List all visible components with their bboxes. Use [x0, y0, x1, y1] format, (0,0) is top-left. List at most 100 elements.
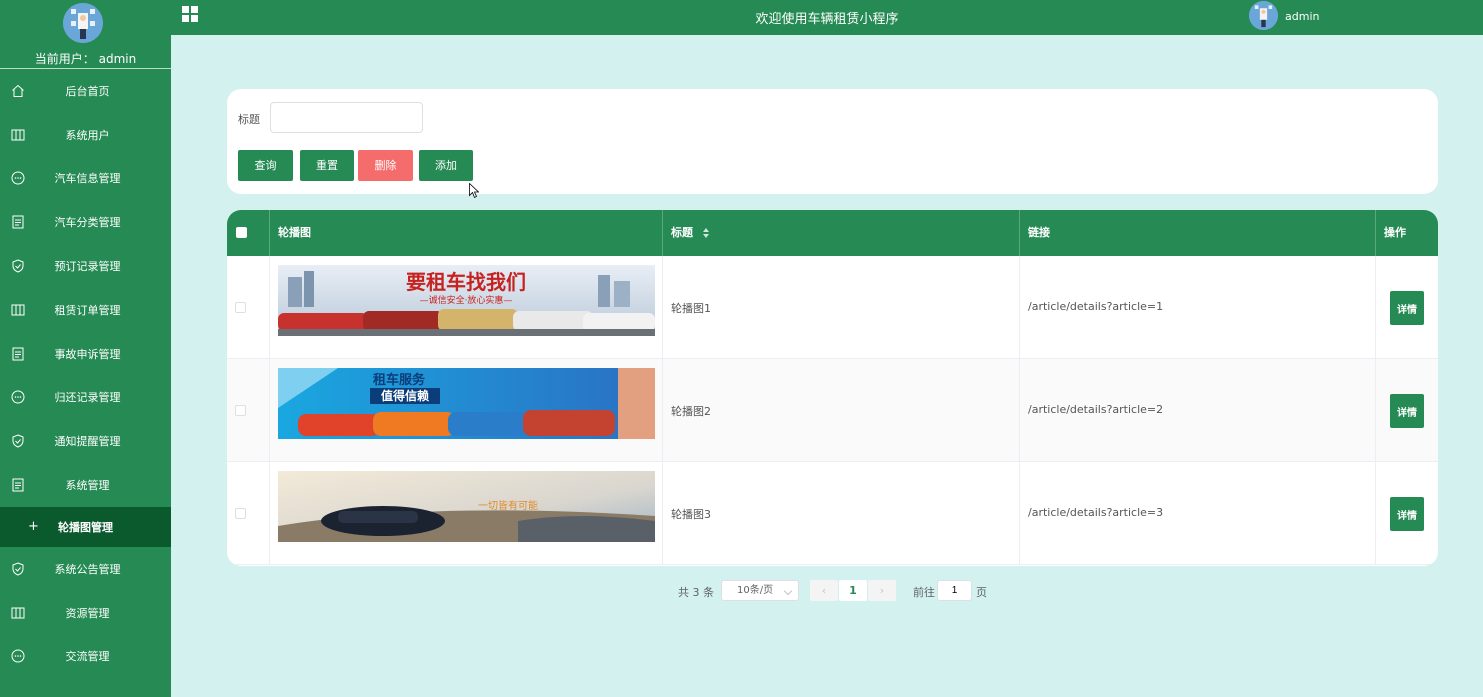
- plus-icon: +: [28, 519, 39, 535]
- reset-button[interactable]: 重置: [300, 150, 354, 181]
- page-size-value: 10条/页: [737, 585, 774, 596]
- column-header-action: 操作: [1384, 226, 1406, 239]
- row-select-cell: [227, 462, 270, 565]
- user-avatar[interactable]: [63, 3, 103, 43]
- chat-icon: [11, 171, 25, 185]
- sidebar-item-system-users[interactable]: 系统用户: [0, 113, 171, 157]
- column-header-title[interactable]: 标题: [663, 210, 1020, 256]
- sidebar-item-label: 后台首页: [65, 84, 110, 98]
- select-all-checkbox[interactable]: [236, 227, 247, 238]
- sidebar-item-carousel[interactable]: + 轮播图管理: [0, 506, 171, 547]
- sidebar-item-car-info[interactable]: 汽车信息管理: [0, 157, 171, 201]
- sidebar-item-label: 汽车信息管理: [54, 172, 121, 186]
- add-button[interactable]: 添加: [419, 150, 473, 181]
- action-cell: 详情: [1376, 359, 1438, 462]
- columns-icon: [11, 304, 25, 316]
- delete-button[interactable]: 删除: [358, 150, 413, 181]
- title-cell: 轮播图2: [663, 359, 1020, 462]
- row-link: /article/details?article=1: [1028, 300, 1164, 313]
- total-count: 共 3 条: [678, 586, 714, 599]
- sidebar-item-label: 交流管理: [65, 650, 110, 664]
- current-user-label: 当前用户： admin: [34, 52, 137, 66]
- chat-icon: [11, 390, 25, 404]
- query-button[interactable]: 查询: [238, 150, 293, 181]
- title-filter-label: 标题: [238, 113, 260, 126]
- banner-image: 一切皆有可能: [278, 471, 655, 542]
- detail-button[interactable]: 详情: [1390, 394, 1424, 428]
- page-unit-label: 页: [976, 586, 987, 599]
- action-cell: 详情: [1376, 462, 1438, 565]
- sidebar-item-label: 预订记录管理: [54, 260, 121, 274]
- sidebar-item-booking[interactable]: 预订记录管理: [0, 244, 171, 288]
- row-checkbox[interactable]: [235, 508, 246, 519]
- prev-page-button[interactable]: ‹: [810, 580, 838, 601]
- banner-cell: 一切皆有可能: [270, 462, 663, 565]
- sidebar-item-label: 系统用户: [65, 128, 110, 142]
- sidebar-item-rental-orders[interactable]: 租赁订单管理: [0, 288, 171, 332]
- table-row: 要租车找我们 —诚信安全·放心实惠— 轮播图1 /article/details…: [227, 256, 1438, 359]
- row-link: /article/details?article=2: [1028, 403, 1164, 416]
- banner-cell: 租车服务 值得信赖: [270, 359, 663, 462]
- home-icon: [12, 84, 24, 97]
- title-cell: 轮播图3: [663, 462, 1020, 565]
- banner-image: 租车服务 值得信赖: [278, 368, 655, 439]
- mouse-cursor-icon: [469, 183, 479, 199]
- link-cell: /article/details?article=3: [1020, 462, 1376, 565]
- select-all-cell: [227, 210, 270, 256]
- action-cell: 详情: [1376, 256, 1438, 359]
- link-cell: /article/details?article=2: [1020, 359, 1376, 462]
- sidebar-item-returns[interactable]: 归还记录管理: [0, 376, 171, 420]
- document-icon: [12, 478, 24, 492]
- column-header-title-label: 标题: [671, 226, 693, 239]
- detail-button[interactable]: 详情: [1390, 497, 1424, 531]
- table-header: 轮播图 标题 链接 操作: [227, 210, 1438, 256]
- sidebar-item-home[interactable]: 后台首页: [0, 69, 171, 113]
- header-username[interactable]: admin: [1285, 10, 1319, 23]
- banner-cell: 要租车找我们 —诚信安全·放心实惠—: [270, 256, 663, 359]
- sidebar-item-label: 轮播图管理: [58, 520, 113, 534]
- sidebar-item-label: 归还记录管理: [54, 391, 121, 405]
- sidebar-item-car-category[interactable]: 汽车分类管理: [0, 200, 171, 244]
- goto-page-input[interactable]: [937, 580, 972, 601]
- column-header-banner: 轮播图: [270, 210, 663, 256]
- sidebar-item-label: 系统管理: [65, 479, 110, 493]
- banner-headline: 要租车找我们: [406, 270, 526, 294]
- row-select-cell: [227, 256, 270, 359]
- row-title: 轮播图2: [671, 405, 711, 418]
- banner-image: 要租车找我们 —诚信安全·放心实惠—: [278, 265, 655, 336]
- page-size-select[interactable]: 10条/页: [721, 580, 799, 601]
- row-title: 轮播图1: [671, 302, 711, 315]
- title-filter-input[interactable]: [270, 102, 423, 133]
- pagination: 共 3 条 10条/页 ‹ 1 › 前往 页: [0, 580, 1483, 601]
- sidebar-user-box: 当前用户： admin: [0, 0, 171, 69]
- sort-icon[interactable]: [702, 228, 710, 238]
- sidebar-item-label: 通知提醒管理: [54, 435, 121, 449]
- sidebar-item-notifications[interactable]: 通知提醒管理: [0, 419, 171, 463]
- row-link: /article/details?article=3: [1028, 506, 1164, 519]
- row-title: 轮播图3: [671, 508, 711, 521]
- row-checkbox[interactable]: [235, 405, 246, 416]
- sidebar-item-communication[interactable]: 交流管理: [0, 635, 171, 679]
- header-avatar[interactable]: [1249, 1, 1278, 30]
- sidebar-item-accident-appeals[interactable]: 事故申诉管理: [0, 332, 171, 376]
- page-number-current[interactable]: 1: [839, 580, 867, 601]
- chat-icon: [11, 649, 25, 663]
- row-checkbox[interactable]: [235, 302, 246, 313]
- shield-icon: [12, 562, 24, 576]
- banner-subline: —诚信安全·放心实惠—: [420, 294, 513, 306]
- banner-headline: 租车服务: [373, 372, 426, 388]
- table-row: 一切皆有可能 轮播图3 /article/details?article=3 详…: [227, 462, 1438, 565]
- banner-headline: 一切皆有可能: [478, 499, 538, 512]
- detail-button[interactable]: 详情: [1390, 291, 1424, 325]
- sidebar-item-system-management[interactable]: 系统管理: [0, 463, 171, 507]
- shield-icon: [12, 434, 24, 448]
- next-page-button[interactable]: ›: [868, 580, 896, 601]
- chevron-left-icon: ‹: [821, 584, 827, 597]
- banner-subline: 值得信赖: [381, 388, 429, 403]
- table-row: 租车服务 值得信赖 轮播图2 /article/details?article=…: [227, 359, 1438, 462]
- column-header-link: 链接: [1020, 210, 1376, 256]
- chevron-down-icon: [783, 586, 793, 596]
- sidebar-item-label: 租赁订单管理: [54, 303, 121, 317]
- sidebar-item-label: 事故申诉管理: [54, 347, 121, 361]
- columns-icon: [11, 129, 25, 141]
